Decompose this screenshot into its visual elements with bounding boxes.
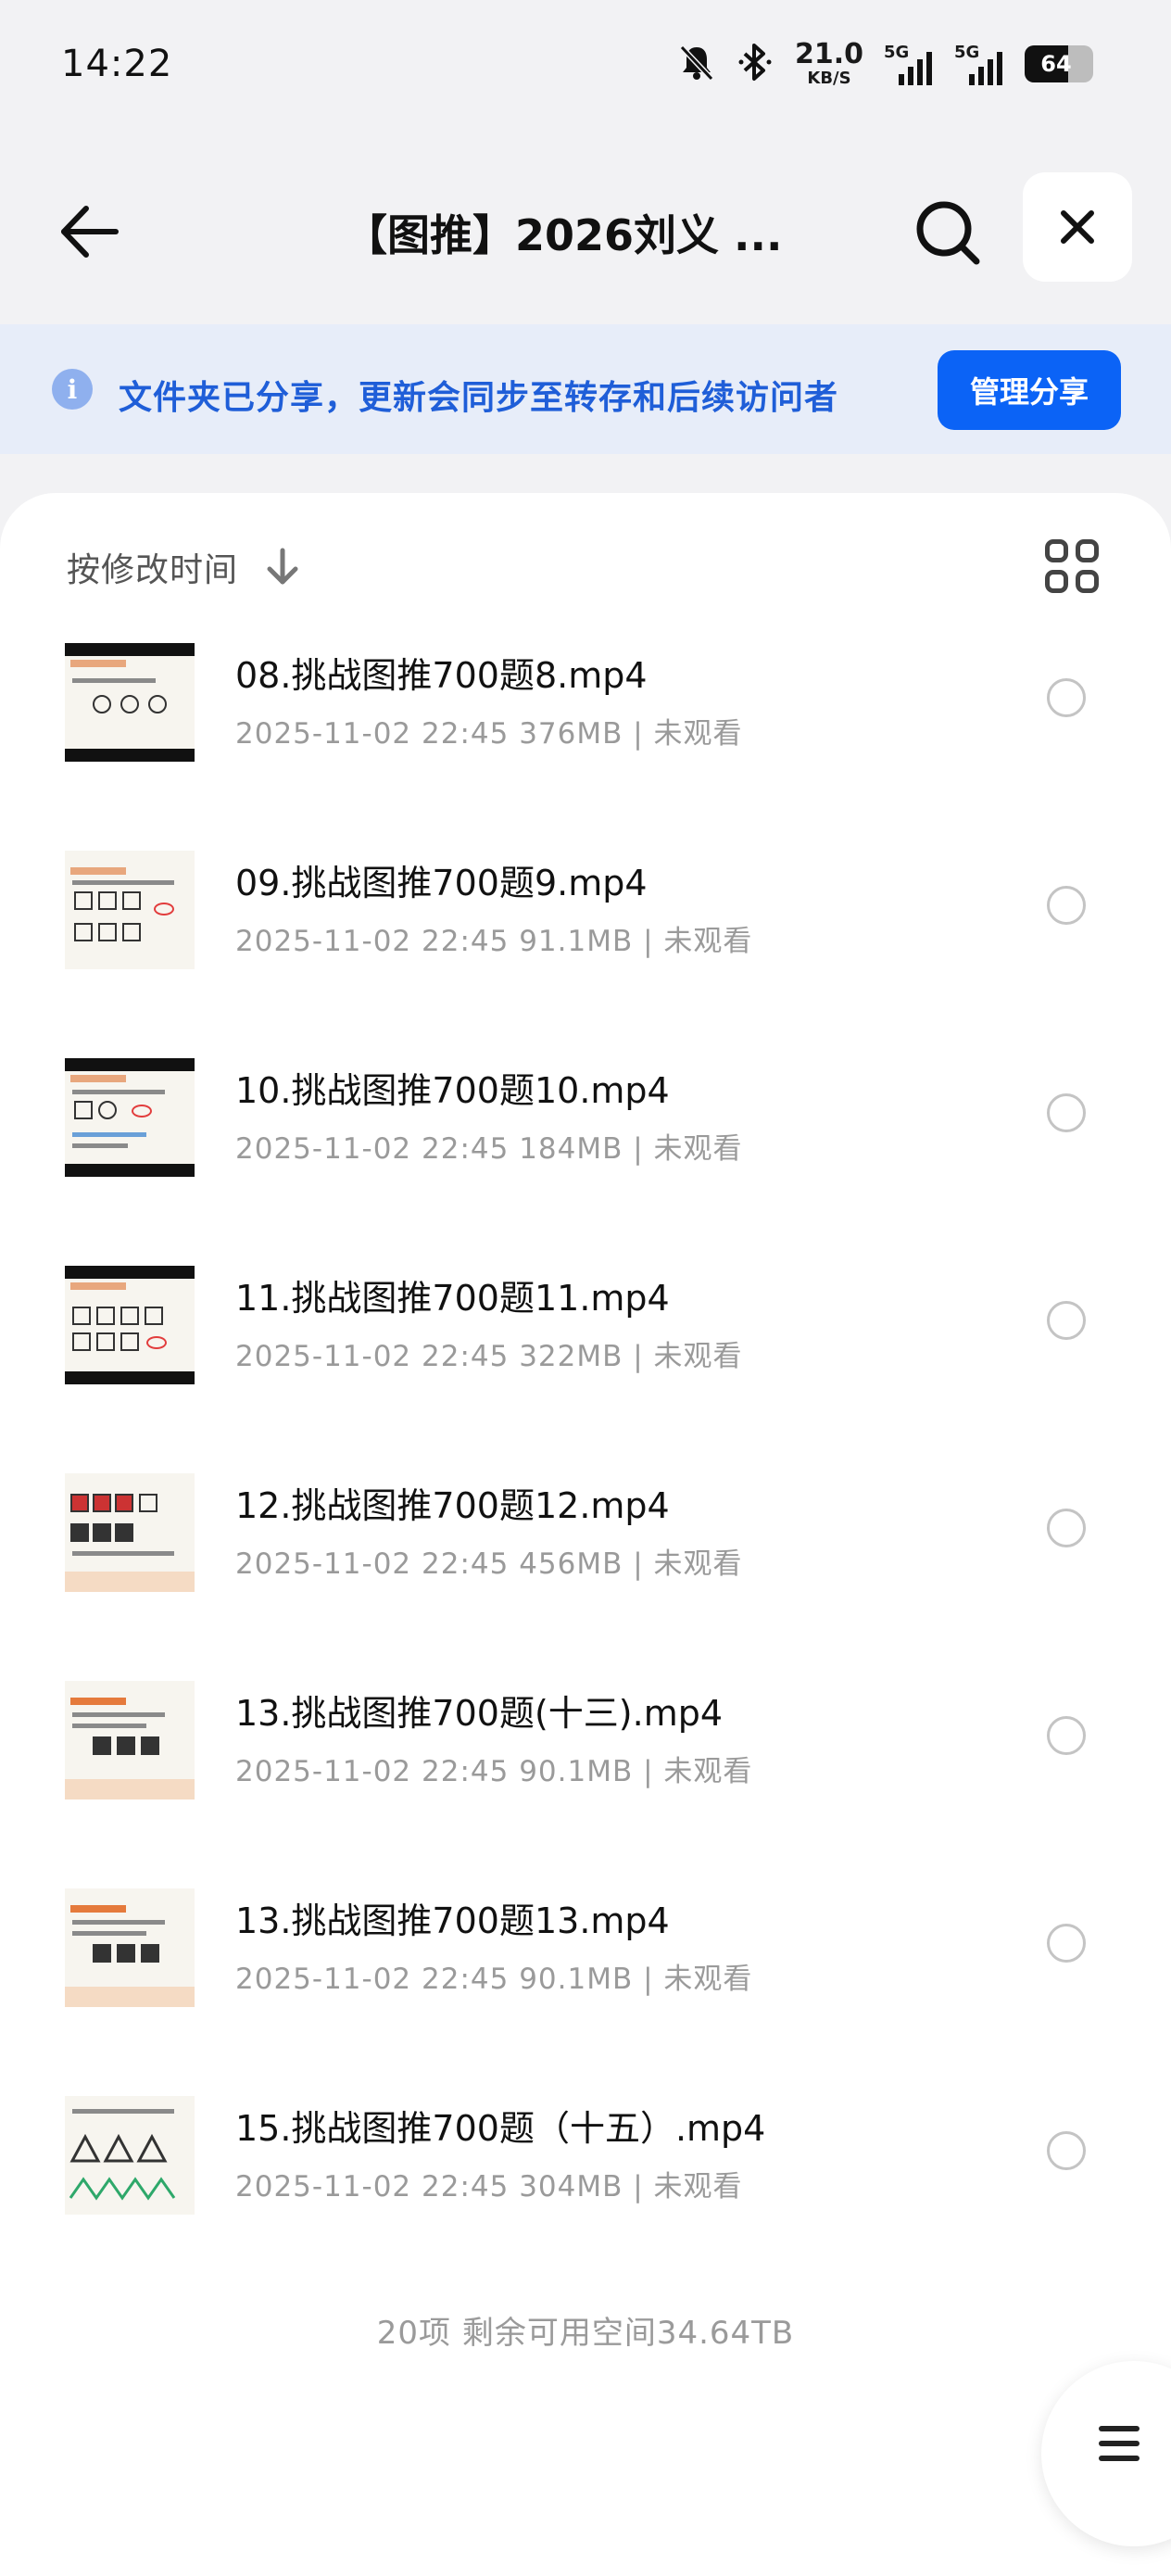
select-radio[interactable] — [1047, 1716, 1086, 1755]
close-button[interactable] — [1023, 172, 1132, 282]
video-thumbnail — [65, 1266, 195, 1384]
status-icons: 21.0 KB/S 5G 5G 64 — [676, 41, 1093, 87]
sort-label: 按修改时间 — [67, 551, 239, 589]
share-message: 文件夹已分享，更新会同步至转存和后续访问者 — [119, 379, 839, 417]
arrow-down-icon — [267, 548, 298, 585]
status-time: 14:22 — [61, 43, 173, 85]
file-name: 11.挑战图推700题11.mp4 — [235, 1278, 670, 1319]
select-radio[interactable] — [1047, 1509, 1086, 1547]
network-speed: 21.0 KB/S — [794, 38, 863, 88]
video-thumbnail — [65, 1058, 195, 1177]
file-row[interactable]: 12.挑战图推700题12.mp4 2025-11-02 22:45 456MB… — [0, 1473, 1171, 1681]
file-row[interactable]: 15.挑战图推700题（十五）.mp4 2025-11-02 22:45 304… — [0, 2096, 1171, 2304]
header: 【图推】2026刘义 ... — [0, 139, 1171, 324]
file-name: 10.挑战图推700题10.mp4 — [235, 1070, 670, 1111]
file-row[interactable]: 11.挑战图推700题11.mp4 2025-11-02 22:45 322MB… — [0, 1266, 1171, 1473]
file-meta: 2025-11-02 22:45 184MB | 未观看 — [235, 1132, 743, 1166]
file-meta: 2025-11-02 22:45 376MB | 未观看 — [235, 717, 743, 751]
file-meta: 2025-11-02 22:45 90.1MB | 未观看 — [235, 1963, 753, 1996]
file-list: 08.挑战图推700题8.mp4 2025-11-02 22:45 376MB … — [0, 643, 1171, 2304]
close-icon — [1061, 210, 1094, 244]
file-name: 09.挑战图推700题9.mp4 — [235, 863, 648, 903]
mute-bell-icon — [676, 42, 717, 86]
manage-share-button[interactable]: 管理分享 — [938, 350, 1121, 430]
file-list-card: 按修改时间 08.挑战图推700题8.mp4 2025-11-02 22:45 … — [0, 493, 1171, 2576]
video-thumbnail — [65, 2096, 195, 2215]
select-radio[interactable] — [1047, 1093, 1086, 1132]
video-thumbnail — [65, 851, 195, 969]
file-meta: 2025-11-02 22:45 91.1MB | 未观看 — [235, 925, 753, 958]
search-button[interactable] — [908, 193, 988, 272]
signal-sim2-icon: 5G — [954, 43, 1004, 85]
video-thumbnail — [65, 643, 195, 762]
file-row[interactable]: 10.挑战图推700题10.mp4 2025-11-02 22:45 184MB… — [0, 1058, 1171, 1266]
info-icon: i — [52, 369, 93, 410]
file-meta: 2025-11-02 22:45 322MB | 未观看 — [235, 1340, 743, 1373]
video-thumbnail — [65, 1681, 195, 1799]
file-row[interactable]: 09.挑战图推700题9.mp4 2025-11-02 22:45 91.1MB… — [0, 851, 1171, 1058]
select-radio[interactable] — [1047, 1924, 1086, 1963]
file-meta: 2025-11-02 22:45 304MB | 未观看 — [235, 2170, 743, 2203]
share-banner: i 文件夹已分享，更新会同步至转存和后续访问者 管理分享 — [0, 324, 1171, 454]
search-icon — [916, 201, 980, 265]
file-row[interactable]: 13.挑战图推700题(十三).mp4 2025-11-02 22:45 90.… — [0, 1681, 1171, 1888]
file-name: 13.挑战图推700题13.mp4 — [235, 1900, 670, 1941]
select-radio[interactable] — [1047, 678, 1086, 717]
file-name: 12.挑战图推700题12.mp4 — [235, 1485, 670, 1526]
page-title: 【图推】2026刘义 ... — [345, 210, 783, 260]
grid-view-icon[interactable] — [1045, 539, 1099, 593]
file-name: 15.挑战图推700题（十五）.mp4 — [235, 2108, 766, 2149]
select-radio[interactable] — [1047, 886, 1086, 925]
video-thumbnail — [65, 1888, 195, 2007]
select-radio[interactable] — [1047, 2131, 1086, 2170]
sort-control[interactable]: 按修改时间 — [67, 543, 301, 591]
storage-summary: 20项 剩余可用空间34.64TB — [376, 2315, 795, 2352]
menu-icon — [1099, 2426, 1140, 2461]
bluetooth-icon — [737, 42, 774, 86]
file-row[interactable]: 13.挑战图推700题13.mp4 2025-11-02 22:45 90.1M… — [0, 1888, 1171, 2096]
battery-icon: 64 — [1025, 45, 1093, 82]
select-radio[interactable] — [1047, 1301, 1086, 1340]
signal-sim1-icon: 5G — [884, 43, 934, 85]
video-thumbnail — [65, 1473, 195, 1592]
file-row[interactable]: 08.挑战图推700题8.mp4 2025-11-02 22:45 376MB … — [0, 643, 1171, 851]
file-name: 13.挑战图推700题(十三).mp4 — [235, 1693, 724, 1734]
file-meta: 2025-11-02 22:45 456MB | 未观看 — [235, 1547, 743, 1581]
file-name: 08.挑战图推700题8.mp4 — [235, 655, 648, 696]
arrow-left-icon — [61, 206, 119, 258]
status-bar: 14:22 21.0 KB/S 5G 5G 64 — [0, 0, 1171, 139]
back-button[interactable] — [52, 195, 126, 269]
file-meta: 2025-11-02 22:45 90.1MB | 未观看 — [235, 1755, 753, 1788]
